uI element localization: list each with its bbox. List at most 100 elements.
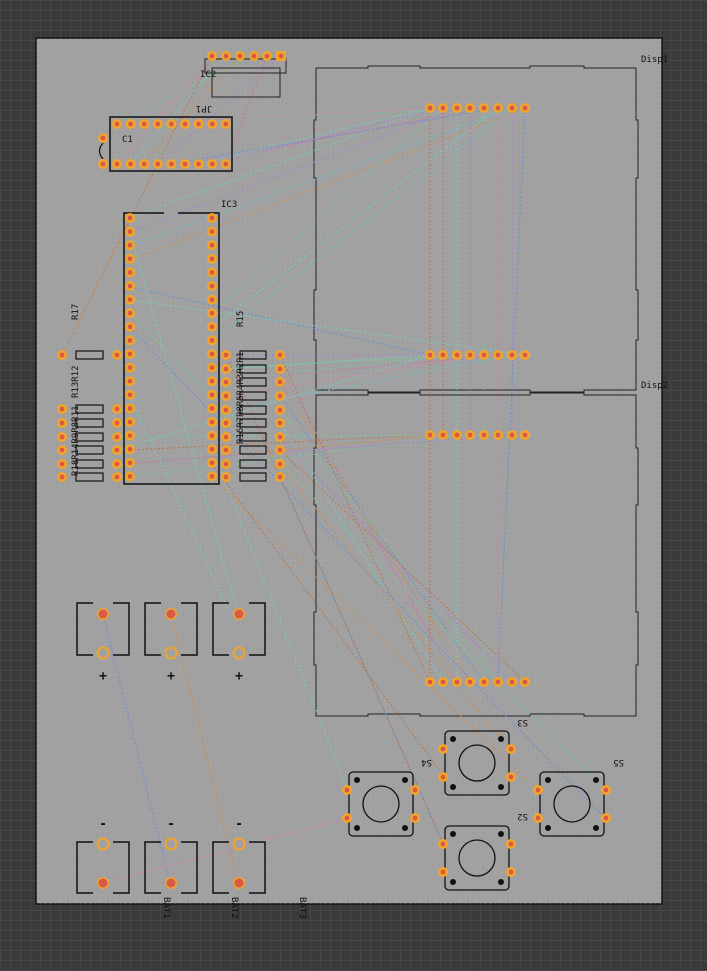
ic2-pin bbox=[262, 51, 272, 61]
ic3-pin bbox=[207, 294, 217, 305]
switch-pin bbox=[601, 813, 611, 823]
s3-label: S3 bbox=[517, 717, 528, 727]
disp1-pin bbox=[452, 350, 462, 360]
switch-pin bbox=[410, 785, 420, 795]
resistor-pin bbox=[221, 377, 231, 387]
ic3-pin bbox=[207, 417, 217, 427]
ic3-pin bbox=[125, 457, 135, 468]
bat2-plus-label: + bbox=[167, 669, 175, 684]
resistor-pin bbox=[275, 432, 285, 442]
disp2-pin bbox=[465, 430, 475, 440]
resistor-pin bbox=[221, 432, 231, 442]
battery-pin bbox=[97, 608, 109, 620]
dip-pin bbox=[139, 159, 150, 169]
bat1-minus-label: - bbox=[99, 817, 107, 832]
resistor-pin bbox=[221, 418, 231, 428]
ic3-pin bbox=[125, 430, 135, 441]
disp1-pin bbox=[438, 103, 448, 113]
ic3-pin bbox=[125, 335, 135, 346]
resistor-pin bbox=[275, 472, 285, 482]
r17-label: R17 bbox=[71, 304, 81, 320]
ic2-pin bbox=[207, 51, 217, 61]
ic3-pin bbox=[125, 389, 135, 400]
switch-pin bbox=[601, 785, 611, 795]
switch-pin bbox=[533, 813, 543, 823]
ic3-pin bbox=[125, 362, 135, 373]
switch-pin bbox=[438, 772, 448, 782]
resistor-pin bbox=[275, 418, 285, 428]
disp2-pin bbox=[425, 677, 435, 687]
resistor-pin bbox=[221, 459, 231, 469]
disp1-pin bbox=[425, 103, 435, 113]
ic3-pin bbox=[207, 240, 217, 251]
dip-pin bbox=[207, 159, 218, 169]
resistor-pin bbox=[112, 432, 122, 442]
ic2-pin bbox=[221, 51, 231, 61]
ic3-pin bbox=[125, 226, 135, 237]
pcb-canvas[interactable]: IC2 JP1 C1 IC3 R17 R13R12 R18R14R9R8R11 … bbox=[0, 0, 707, 967]
battery-pin bbox=[233, 877, 245, 889]
battery-pin bbox=[165, 608, 177, 620]
bat3-plus-label: + bbox=[235, 669, 243, 684]
resistor-pin bbox=[112, 445, 122, 455]
ic3-pin bbox=[207, 430, 217, 441]
ic3-pin bbox=[125, 240, 135, 251]
switch-pin bbox=[438, 867, 448, 877]
ic3-pin bbox=[125, 444, 135, 455]
resistor-pin bbox=[57, 418, 67, 428]
disp2-pin bbox=[493, 430, 503, 440]
disp1-pin bbox=[520, 103, 530, 113]
disp1-pin bbox=[438, 350, 448, 360]
ic3-pin bbox=[207, 376, 217, 387]
switch-pin bbox=[506, 772, 516, 782]
battery-pin bbox=[233, 608, 245, 620]
dip-pin bbox=[125, 119, 136, 129]
ic3-pin bbox=[125, 281, 135, 291]
ic3-pin bbox=[207, 321, 217, 332]
ic3-pin bbox=[207, 389, 217, 400]
resistor-pin bbox=[221, 350, 231, 360]
dip-pin bbox=[166, 119, 177, 129]
ic3-pin bbox=[125, 349, 135, 359]
ic3-pin bbox=[207, 213, 217, 223]
ic3-pin bbox=[125, 294, 135, 305]
resistor-pin bbox=[221, 364, 231, 374]
s2-label: S2 bbox=[517, 811, 528, 821]
disp2-pin bbox=[493, 677, 503, 687]
ic3-pin bbox=[207, 267, 217, 278]
ic3-pin bbox=[125, 417, 135, 427]
disp2-pin bbox=[507, 430, 517, 440]
disp2-pin bbox=[465, 677, 475, 687]
resistor-pin bbox=[275, 364, 285, 374]
resistor-pin bbox=[112, 350, 122, 360]
resistor-pin bbox=[57, 404, 67, 414]
battery-pin bbox=[97, 877, 109, 889]
r15-label: R15 bbox=[236, 311, 246, 327]
ic2-label: IC2 bbox=[200, 70, 216, 80]
switch-pin bbox=[506, 839, 516, 849]
bat2-minus-label: - bbox=[167, 817, 175, 832]
disp2-pin bbox=[479, 430, 489, 440]
ic3-pin bbox=[207, 253, 217, 264]
disp1-pin bbox=[465, 103, 475, 113]
dip-pin bbox=[152, 119, 163, 129]
ic3-pin bbox=[207, 335, 217, 346]
c1-label: C1 bbox=[122, 135, 133, 145]
disp1-pin bbox=[520, 350, 530, 360]
ic3-pin bbox=[207, 457, 217, 468]
s4-label: S4 bbox=[421, 757, 432, 767]
c1-pin bbox=[98, 159, 108, 169]
disp1-pin bbox=[479, 350, 489, 360]
disp1-pin bbox=[465, 350, 475, 360]
dip-pin bbox=[166, 159, 177, 169]
resistor-pin bbox=[221, 391, 231, 401]
disp2-pin bbox=[507, 677, 517, 687]
disp2-pin bbox=[438, 677, 448, 687]
switch-pin bbox=[410, 813, 420, 823]
dip-pin bbox=[180, 119, 190, 129]
disp1-pin bbox=[507, 350, 517, 360]
resistor-pin bbox=[275, 377, 285, 387]
r13r12-label: R13R12 bbox=[71, 365, 81, 398]
switch-pin bbox=[506, 744, 516, 754]
resistor-pin bbox=[57, 445, 67, 455]
